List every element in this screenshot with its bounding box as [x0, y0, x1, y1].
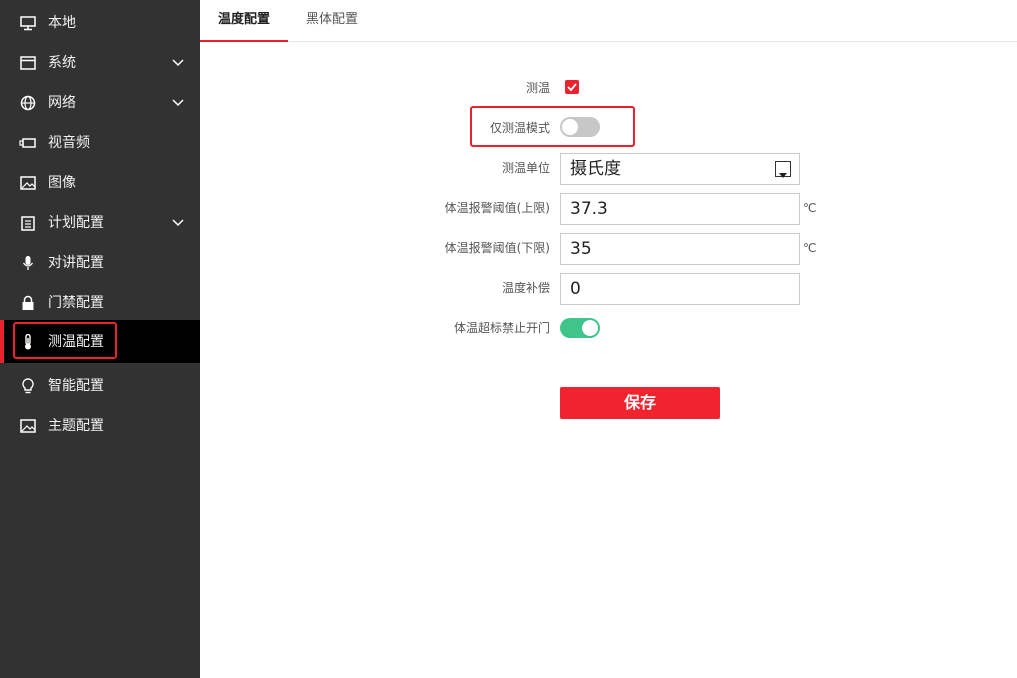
globe-icon [19, 95, 37, 111]
tab-blackbody-config[interactable]: 黑体配置 [288, 0, 376, 42]
window-icon [19, 55, 37, 71]
block-door-label: 体温超标禁止开门 [453, 321, 550, 335]
sidebar-item-system[interactable]: 系统 [0, 43, 200, 83]
alarm-lower-label: 体温报警阈值(下限) [444, 241, 550, 255]
measure-temp-label: 测温 [525, 81, 550, 95]
sidebar-item-local[interactable]: 本地 [0, 3, 200, 43]
sidebar-item-label: 本地 [48, 15, 76, 31]
temp-compensation-label: 温度补偿 [501, 281, 550, 295]
temp-unit-select[interactable]: 摄氏度 [560, 153, 800, 185]
sidebar: 本地 系统 网络 视音频 图像 计划配置 对讲配置 门禁配置 测温配置 智能配置… [0, 0, 200, 678]
alarm-upper-input[interactable]: 37.3 [560, 193, 800, 225]
sidebar-item-label: 图像 [48, 175, 76, 191]
sidebar-item-temperature[interactable]: 测温配置 [0, 320, 200, 363]
alarm-upper-unit: ℃ [803, 201, 817, 215]
sidebar-item-label: 视音频 [48, 135, 90, 151]
chevron-down-icon[interactable] [171, 97, 185, 109]
chevron-down-icon[interactable] [171, 217, 185, 229]
clipboard-icon [19, 215, 37, 231]
sidebar-item-image[interactable]: 图像 [0, 163, 200, 203]
alarm-lower-input[interactable]: 35 [560, 233, 800, 265]
lightbulb-icon [19, 378, 37, 394]
thermometer-icon [19, 334, 37, 350]
sidebar-item-schedule[interactable]: 计划配置 [0, 203, 200, 243]
temp-only-mode-toggle[interactable] [560, 117, 600, 137]
save-button[interactable]: 保存 [560, 387, 720, 419]
sidebar-item-theme[interactable]: 主题配置 [0, 406, 200, 446]
block-door-toggle[interactable] [560, 318, 600, 338]
toggle-knob [562, 119, 578, 135]
sidebar-item-label: 智能配置 [48, 378, 104, 394]
measure-temp-checkbox[interactable] [565, 80, 579, 94]
sidebar-item-label: 网络 [48, 95, 76, 111]
sidebar-item-access-control[interactable]: 门禁配置 [0, 283, 200, 323]
chevron-down-icon[interactable] [171, 57, 185, 69]
tab-bar: 温度配置 黑体配置 [200, 0, 1017, 42]
alarm-upper-label: 体温报警阈值(上限) [444, 201, 550, 215]
sidebar-item-label: 计划配置 [48, 215, 104, 231]
lock-icon [19, 295, 37, 311]
picture-icon [19, 418, 37, 434]
check-icon [567, 83, 577, 92]
sidebar-item-label: 测温配置 [48, 334, 104, 350]
monitor-icon [19, 15, 37, 31]
sidebar-item-smart[interactable]: 智能配置 [0, 366, 200, 406]
temp-unit-value: 摄氏度 [570, 159, 621, 179]
temp-only-mode-label: 仅测温模式 [489, 121, 550, 135]
sidebar-item-label: 对讲配置 [48, 255, 104, 271]
alarm-lower-unit: ℃ [803, 241, 817, 255]
temp-unit-label: 测温单位 [501, 161, 550, 175]
active-indicator [0, 320, 4, 363]
chevron-down-icon [775, 161, 791, 178]
microphone-icon [19, 255, 37, 271]
sidebar-item-network[interactable]: 网络 [0, 83, 200, 123]
image-icon [19, 175, 37, 191]
sidebar-item-video-audio[interactable]: 视音频 [0, 123, 200, 163]
temp-compensation-input[interactable]: 0 [560, 273, 800, 305]
camera-icon [19, 135, 37, 151]
toggle-knob [582, 320, 598, 336]
tab-temperature-config[interactable]: 温度配置 [200, 0, 288, 42]
sidebar-item-label: 主题配置 [48, 418, 104, 434]
sidebar-item-label: 系统 [48, 55, 76, 71]
sidebar-item-label: 门禁配置 [48, 295, 104, 311]
sidebar-item-intercom[interactable]: 对讲配置 [0, 243, 200, 283]
